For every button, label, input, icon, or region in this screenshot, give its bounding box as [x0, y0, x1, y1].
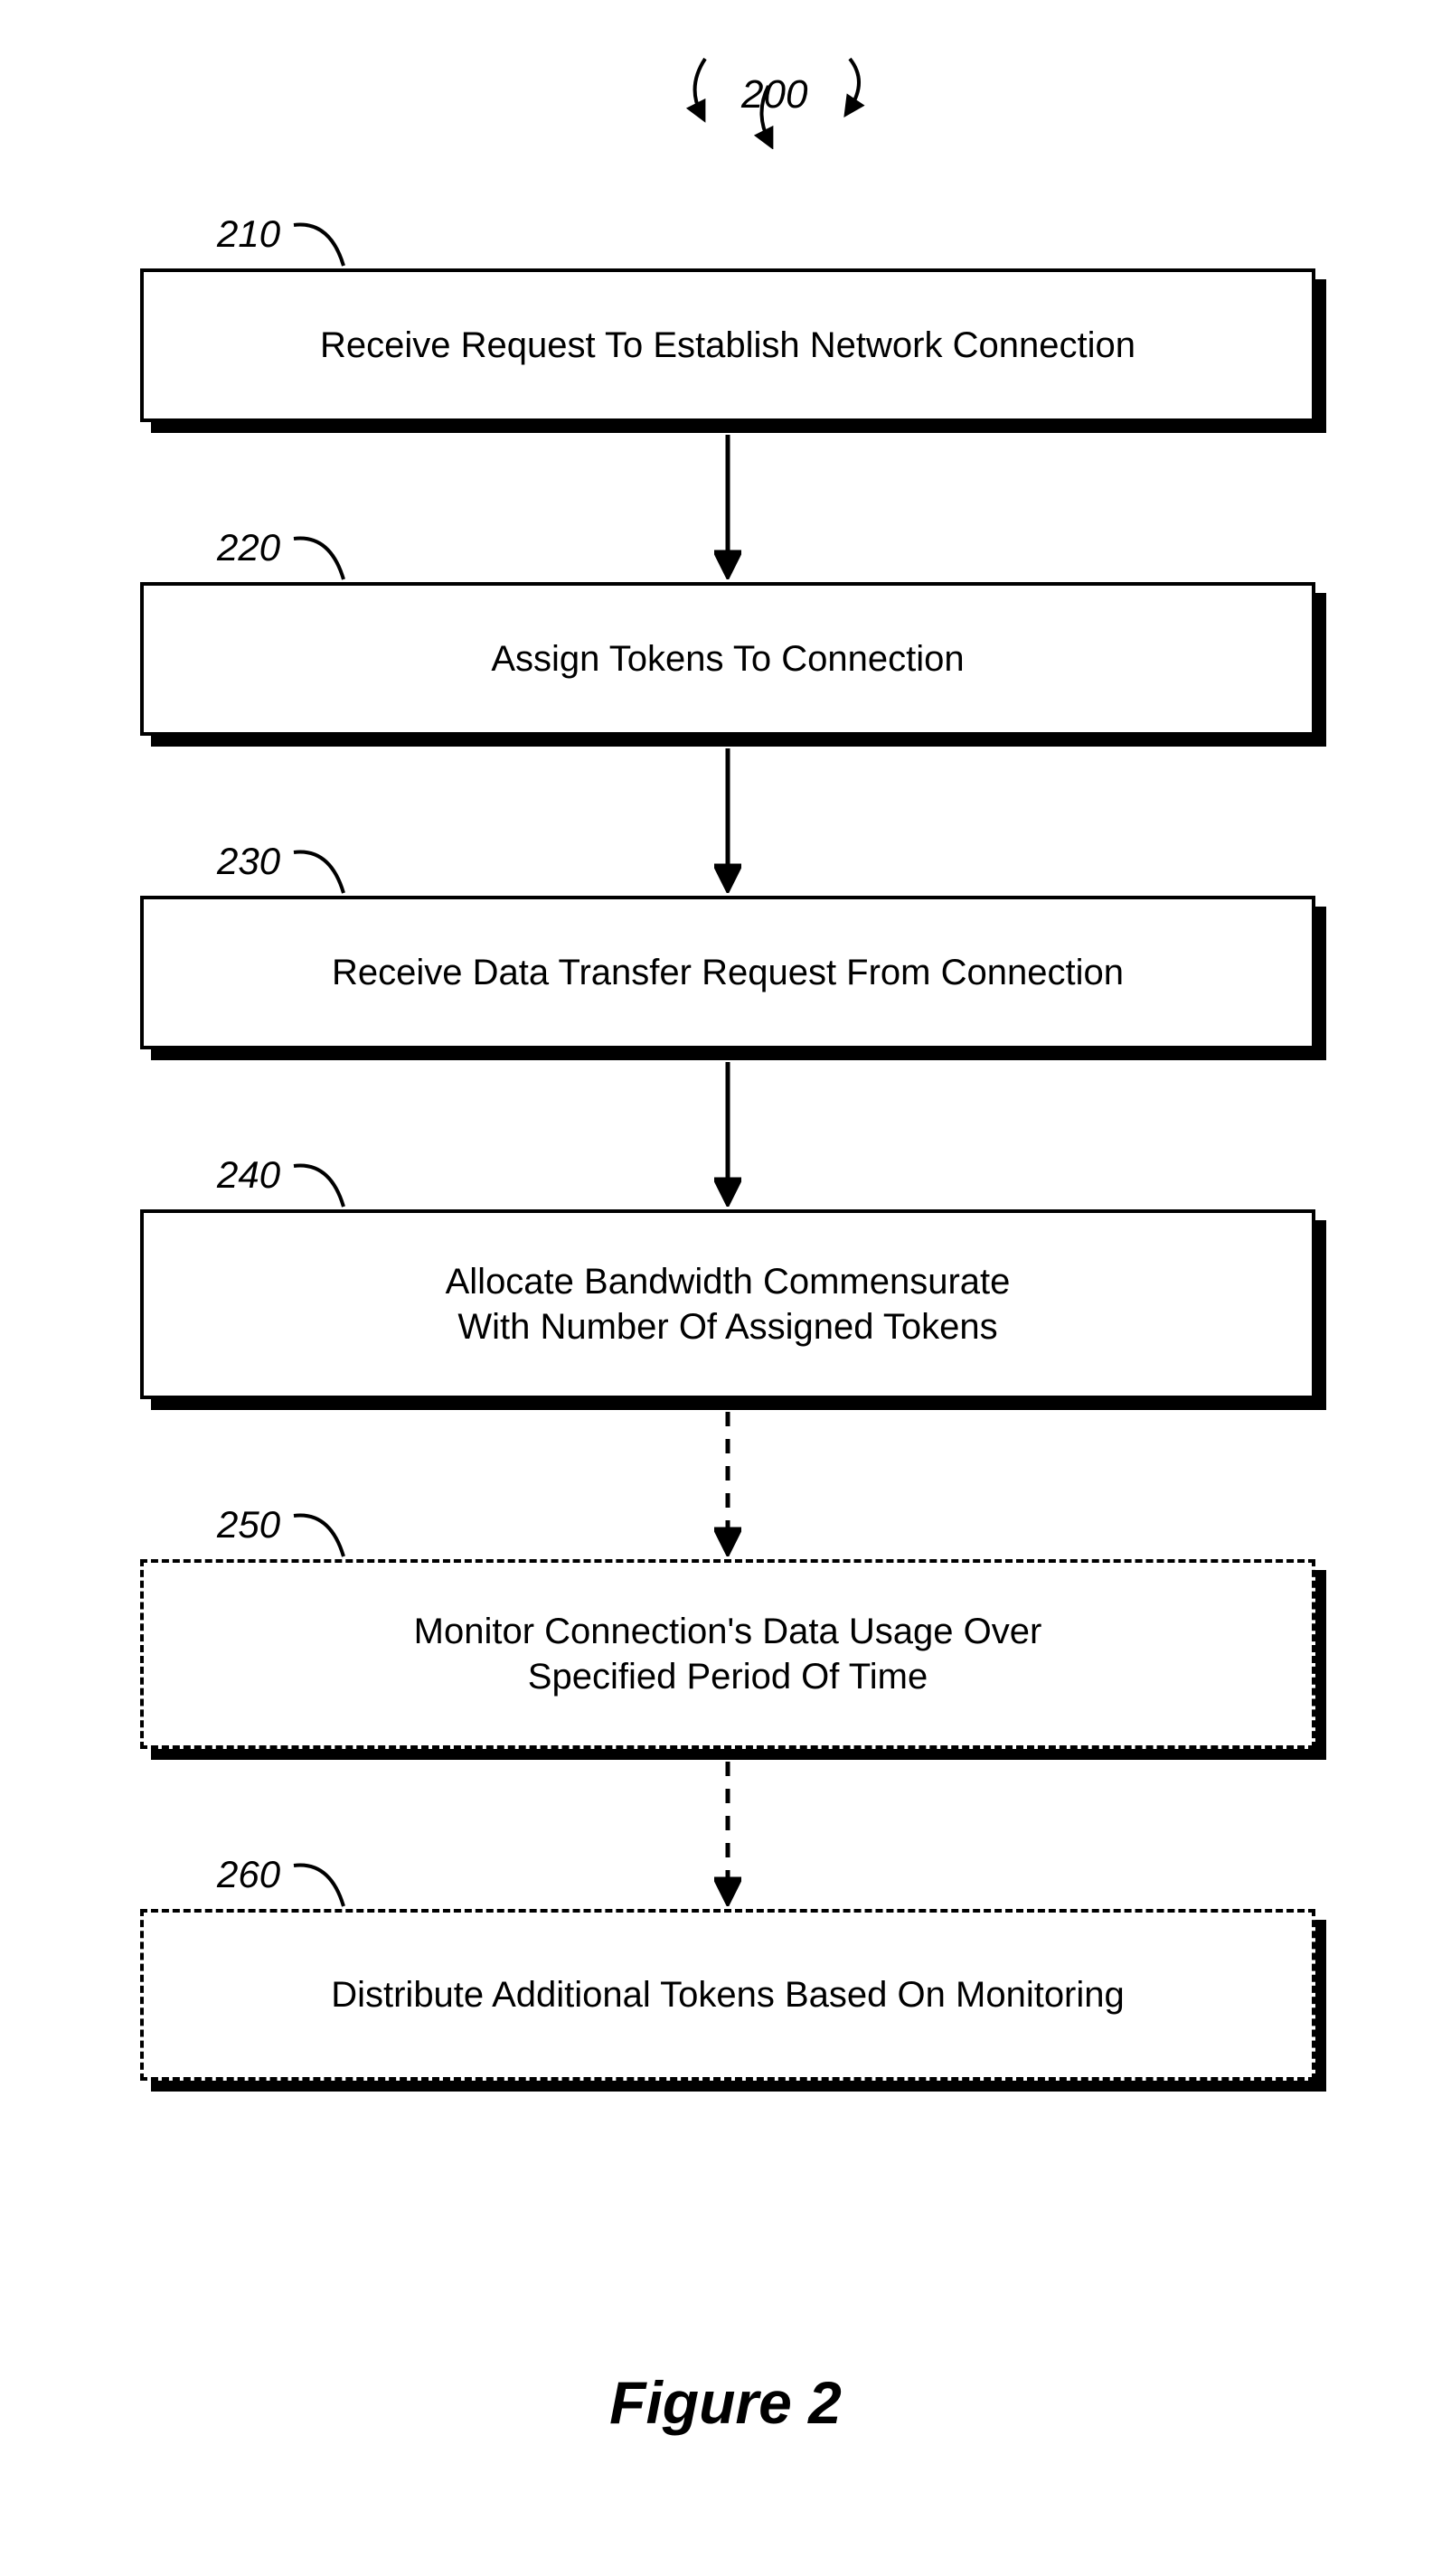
step-box: Receive Request To Establish Network Con… [140, 268, 1315, 422]
step-label: 230 [217, 840, 280, 883]
step-text: Distribute Additional Tokens Based On Mo… [331, 1972, 1125, 2017]
step-text: Monitor Connection's Data Usage Over Spe… [414, 1609, 1042, 1699]
arrow-down-icon [714, 435, 741, 579]
step-label: 210 [217, 212, 280, 256]
step-box: Receive Data Transfer Request From Conne… [140, 896, 1315, 1049]
leader-line-icon [289, 1861, 353, 1915]
step-text: Receive Request To Establish Network Con… [320, 323, 1135, 368]
figure-number-arrows-icon [669, 50, 904, 149]
step-box: Allocate Bandwidth Commensurate With Num… [140, 1209, 1315, 1399]
step-label: 220 [217, 526, 280, 569]
step-label: 240 [217, 1153, 280, 1197]
figure-caption: Figure 2 [0, 2368, 1451, 2437]
arrow-down-icon [714, 1062, 741, 1207]
leader-line-icon [289, 1161, 353, 1216]
leader-line-icon [289, 1511, 353, 1565]
step-text: Allocate Bandwidth Commensurate With Num… [446, 1259, 1011, 1349]
leader-line-icon [289, 848, 353, 902]
step-box-dashed: Distribute Additional Tokens Based On Mo… [140, 1909, 1315, 2081]
step-box: Assign Tokens To Connection [140, 582, 1315, 736]
leader-line-icon [289, 221, 353, 275]
arrow-down-icon [714, 748, 741, 893]
step-box-dashed: Monitor Connection's Data Usage Over Spe… [140, 1559, 1315, 1749]
step-label: 250 [217, 1503, 280, 1547]
step-label: 260 [217, 1853, 280, 1896]
leader-line-icon [289, 534, 353, 588]
step-text: Assign Tokens To Connection [491, 636, 964, 682]
flowchart-canvas: 200 210 Receive Request To Establish Net… [0, 0, 1451, 2576]
arrow-down-dashed-icon [714, 1762, 741, 1906]
step-text: Receive Data Transfer Request From Conne… [332, 950, 1124, 995]
arrow-down-dashed-icon [714, 1412, 741, 1556]
